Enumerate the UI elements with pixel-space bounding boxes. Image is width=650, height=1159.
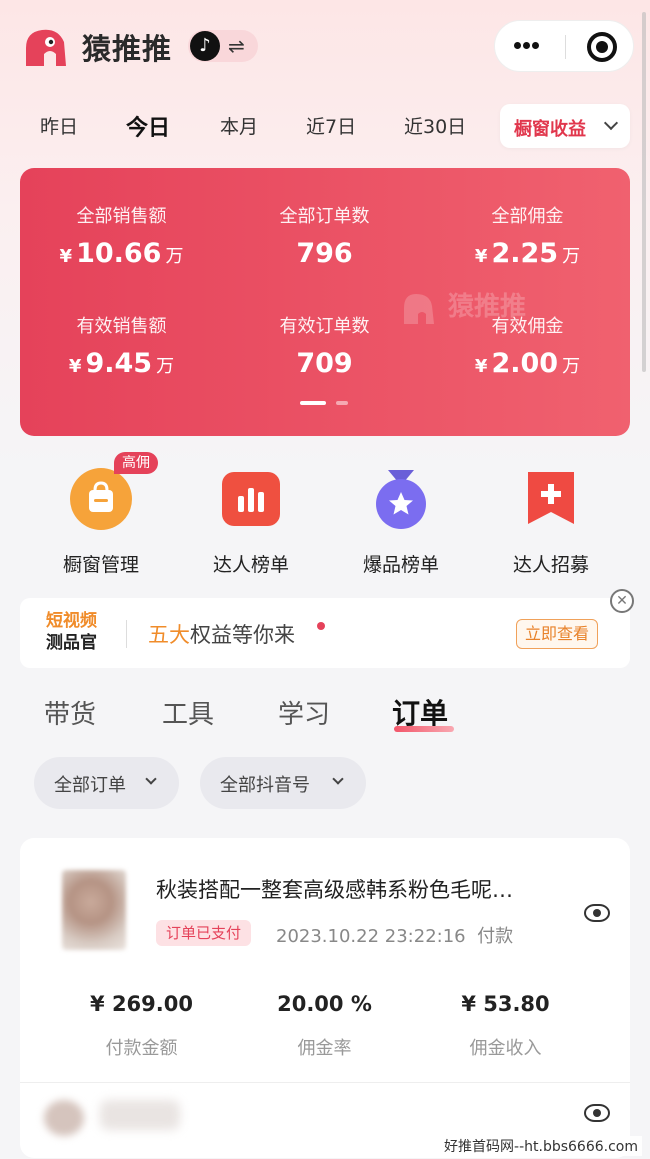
account-filter-label: 全部抖音号	[220, 775, 310, 796]
quick-action-label: 达人招募	[512, 554, 589, 576]
stat-label: 有效佣金	[491, 316, 564, 337]
order-card[interactable]: 秋装搭配一整套高级感韩系粉色毛呢… 订单已支付 2023.10.22 23:22…	[20, 838, 630, 1158]
chevron-down-icon	[145, 773, 157, 785]
order-filter-label: 全部订单	[54, 775, 126, 796]
stat-valid-sales: 有效销售额 ¥9.45 万	[20, 312, 223, 379]
chevron-down-icon	[332, 773, 344, 785]
stat-label: 全部佣金	[491, 206, 564, 227]
shopping-bag-icon	[70, 468, 132, 530]
capsule-divider	[565, 35, 566, 59]
banner-brand-line2: 测品官	[46, 633, 97, 653]
quick-action-recruit-influencers[interactable]: 达人招募	[470, 458, 632, 577]
stat-value: ¥2.25 万	[474, 238, 581, 269]
product-thumbnail	[62, 870, 126, 950]
notification-dot	[317, 622, 325, 630]
stat-value: 796	[296, 238, 353, 269]
tab-last-30-days[interactable]: 近30日	[404, 112, 466, 139]
stat-total-commission: 全部佣金 ¥2.25 万	[426, 202, 629, 269]
quick-action-showcase[interactable]: 橱窗管理	[20, 458, 182, 577]
metric-commission-income: ¥ 53.80 佣金收入	[404, 992, 607, 1060]
carousel-indicator	[300, 401, 360, 407]
close-miniprogram-icon[interactable]	[587, 32, 617, 62]
order-payment-time: 2023.10.22 23:22:16 付款	[276, 926, 514, 947]
chevron-down-icon	[603, 115, 619, 131]
close-icon[interactable]: ✕	[610, 589, 634, 613]
site-watermark: 好推首码网--ht.bbs6666.com	[440, 1136, 642, 1156]
date-range-tabs: 昨日 今日 本月 近7日 近30日 橱窗收益	[0, 104, 650, 150]
quick-action-label: 达人榜单	[212, 554, 289, 576]
earnings-type-label: 橱窗收益	[514, 119, 586, 140]
product-thumbnail	[44, 1100, 84, 1136]
stat-value: ¥9.45 万	[68, 348, 175, 379]
blurred-title	[100, 1100, 180, 1130]
quick-action-hot-products[interactable]: 爆品榜单	[320, 458, 482, 577]
promo-banner[interactable]: 短视频 测品官 五大权益等你来 立即查看	[20, 598, 630, 668]
stat-label: 全部订单数	[279, 206, 370, 227]
stats-card[interactable]: 猿推推 全部销售额 ¥10.66 万 全部订单数 796 全部佣金 ¥2.25 万 …	[20, 168, 630, 436]
swap-icon: ⇌	[228, 34, 245, 58]
stat-valid-commission: 有效佣金 ¥2.00 万	[426, 312, 629, 379]
quick-action-influencer-ranking[interactable]: 达人榜单	[170, 458, 332, 577]
stat-total-orders: 全部订单数 796	[223, 202, 426, 269]
stat-total-sales: 全部销售额 ¥10.66 万	[20, 202, 223, 269]
bar-chart-icon	[220, 468, 282, 530]
tiktok-icon: ♪	[190, 31, 220, 61]
main-tabs: 带货 工具 学习 订单	[0, 690, 650, 740]
active-tab-indicator	[394, 726, 454, 732]
stat-value: 709	[296, 348, 353, 379]
carousel-dot-active	[300, 401, 326, 405]
tab-learning[interactable]: 学习	[278, 694, 330, 731]
quick-action-label: 橱窗管理	[62, 554, 139, 576]
metric-label: 佣金收入	[469, 1038, 542, 1059]
tab-tools[interactable]: 工具	[162, 694, 214, 731]
banner-text: 五大权益等你来	[148, 623, 295, 647]
earnings-type-dropdown[interactable]: 橱窗收益	[500, 104, 630, 148]
status-badge: 订单已支付	[156, 920, 252, 946]
eye-icon[interactable]	[584, 904, 610, 922]
metric-value: 20.00 %	[277, 992, 372, 1016]
view-now-button[interactable]: 立即查看	[516, 619, 598, 649]
app-header: 猿推推 ♪ ⇌	[0, 0, 650, 95]
high-commission-badge: 高佣	[114, 452, 158, 474]
order-filter-dropdown[interactable]: 全部订单	[34, 757, 179, 809]
metric-label: 付款金额	[105, 1038, 178, 1059]
account-filter-dropdown[interactable]: 全部抖音号	[200, 757, 366, 809]
banner-brand: 短视频 测品官	[46, 610, 97, 654]
metric-label: 佣金率	[297, 1038, 352, 1059]
quick-action-label: 爆品榜单	[362, 554, 439, 576]
tab-yesterday[interactable]: 昨日	[40, 112, 78, 139]
gorilla-logo-icon	[26, 29, 66, 66]
banner-divider	[126, 620, 127, 648]
platform-switch-button[interactable]: ♪ ⇌	[188, 30, 258, 62]
stat-value: ¥2.00 万	[474, 348, 581, 379]
tab-selling[interactable]: 带货	[44, 694, 96, 731]
medal-icon	[370, 468, 432, 530]
metric-payment-amount: ¥ 269.00 付款金额	[40, 992, 243, 1060]
metric-commission-rate: 20.00 % 佣金率	[223, 992, 426, 1060]
stat-label: 有效销售额	[76, 316, 167, 337]
stat-label: 有效订单数	[279, 316, 370, 337]
add-flag-icon	[520, 468, 582, 530]
more-icon[interactable]	[513, 31, 553, 61]
banner-brand-line1: 短视频	[46, 611, 97, 631]
card-divider	[20, 1082, 630, 1083]
tab-last-7-days[interactable]: 近7日	[306, 112, 356, 139]
carousel-dot[interactable]	[336, 401, 348, 405]
order-product-title: 秋装搭配一整套高级感韩系粉色毛呢…	[156, 878, 513, 902]
app-name: 猿推推	[82, 32, 173, 66]
stat-valid-orders: 有效订单数 709	[223, 312, 426, 379]
miniprogram-capsule	[494, 20, 634, 72]
metric-value: ¥ 269.00	[90, 992, 193, 1016]
eye-icon[interactable]	[584, 1104, 610, 1122]
stat-label: 全部销售额	[76, 206, 167, 227]
stat-value: ¥10.66 万	[59, 238, 184, 269]
tab-this-month[interactable]: 本月	[220, 112, 258, 139]
tab-today[interactable]: 今日	[126, 110, 170, 142]
metric-value: ¥ 53.80	[461, 992, 550, 1016]
